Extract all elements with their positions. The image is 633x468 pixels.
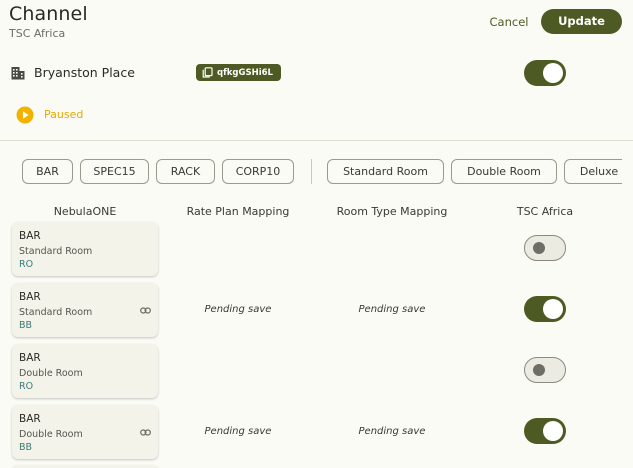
cancel-button[interactable]: Cancel [482,10,536,34]
property-row: Bryanston Place qfkgGSHi6L [0,56,633,90]
property-name: Bryanston Place [34,65,135,80]
column-header-rate-plan: Rate Plan Mapping [186,205,290,218]
page-title: Channel [9,3,88,25]
mapping-row-card[interactable]: BAR Double Room BB [12,405,158,459]
status-row: Paused [0,104,300,126]
row-enabled-toggle[interactable] [524,296,566,322]
mapping-row-card[interactable]: BAR Double Room RO [12,344,158,398]
property-code-chip[interactable]: qfkgGSHi6L [196,64,281,81]
rate-name: BAR [19,413,41,425]
room-name: Standard Room [19,246,93,257]
room-filter-chip[interactable]: Deluxe [564,159,622,184]
column-header-room-type: Room Type Mapping [336,205,448,218]
room-filter-chip[interactable]: Double Room [451,159,557,184]
building-icon [11,67,25,80]
rate-name: BAR [19,352,41,364]
room-mapping-status: Pending save [358,304,426,315]
rate-filter-chip[interactable]: BAR [22,159,73,184]
status-label: Paused [44,108,84,121]
filter-chips: BAR SPEC15 RACK CORP10 Standard Room Dou… [22,159,622,184]
mapping-row-card[interactable]: BAR Standard Room BB [12,283,158,337]
filter-separator [311,159,312,184]
column-header-nebulaone: NebulaONE [53,205,117,218]
board-code: BB [19,442,33,453]
link-icon[interactable] [140,427,151,438]
toggle-knob [533,363,545,376]
room-name: Standard Room [19,307,93,318]
link-icon[interactable] [140,305,151,316]
rate-filter-chip[interactable]: CORP10 [222,159,294,184]
board-code: RO [19,259,34,270]
board-code: RO [19,381,34,392]
pause-circle-icon [16,106,34,124]
property-enabled-toggle[interactable] [524,60,566,86]
property-code: qfkgGSHi6L [217,67,273,78]
rate-name: BAR [19,230,41,242]
rate-mapping-status: Pending save [204,304,272,315]
rate-filter-chip[interactable]: RACK [156,159,215,184]
row-enabled-toggle[interactable] [524,357,566,383]
row-enabled-toggle[interactable] [524,418,566,444]
room-filter-chip[interactable]: Standard Room [327,159,444,184]
toggle-knob [543,63,563,83]
column-header-channel: TSC Africa [516,205,574,218]
section-divider [0,140,633,141]
toggle-knob [543,299,563,319]
row-enabled-toggle[interactable] [524,235,566,261]
room-mapping-status: Pending save [358,426,426,437]
board-code: BB [19,320,33,331]
mapping-row-card[interactable]: BAR Standard Room RO [12,222,158,276]
copy-icon[interactable] [202,67,213,78]
rate-mapping-status: Pending save [204,426,272,437]
update-button[interactable]: Update [541,9,622,34]
rate-filter-chip[interactable]: SPEC15 [80,159,149,184]
room-name: Double Room [19,368,83,379]
room-name: Double Room [19,429,83,440]
page-header: Channel TSC Africa Cancel Update [0,0,633,44]
rate-name: BAR [19,291,41,303]
page-subtitle: TSC Africa [9,27,66,40]
toggle-knob [543,421,563,441]
toggle-knob [533,241,545,254]
